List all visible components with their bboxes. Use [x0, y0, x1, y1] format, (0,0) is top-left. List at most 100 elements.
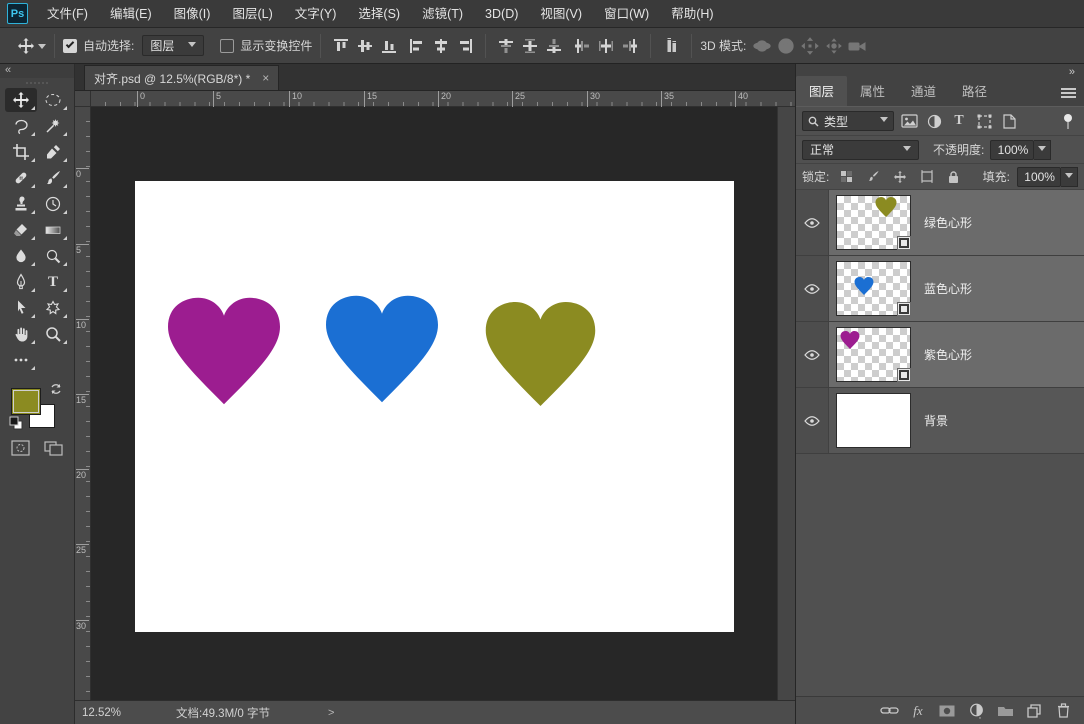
link-layers-icon[interactable]	[879, 701, 899, 721]
layer-row-background[interactable]: 背景	[796, 388, 1084, 454]
menu-window[interactable]: 窗口(W)	[593, 0, 660, 28]
filter-toggle-icon[interactable]	[1058, 111, 1078, 131]
purple-heart[interactable]	[168, 296, 280, 406]
horizontal-ruler[interactable]: 0 5 10 15 20 25 30 35 40	[91, 91, 795, 107]
align-bottom-edges-icon[interactable]	[377, 34, 401, 58]
opacity-chevron[interactable]	[1034, 139, 1052, 160]
layer-name[interactable]: 绿色心形	[924, 214, 972, 231]
layer-name[interactable]: 蓝色心形	[924, 280, 972, 297]
filter-shape-layers-icon[interactable]	[974, 111, 994, 131]
menu-view[interactable]: 视图(V)	[529, 0, 593, 28]
tab-layers[interactable]: 图层	[796, 76, 848, 106]
gradient-tool[interactable]	[37, 218, 69, 242]
new-group-icon[interactable]	[995, 701, 1015, 721]
lasso-tool[interactable]	[5, 114, 37, 138]
align-horizontal-centers-icon[interactable]	[429, 34, 453, 58]
visibility-eye-icon[interactable]	[796, 322, 829, 387]
layer-thumbnail[interactable]	[836, 393, 911, 448]
filter-type-dropdown[interactable]: 类型	[802, 111, 894, 131]
auto-select-checkbox[interactable]	[63, 38, 77, 53]
menu-filter[interactable]: 滤镜(T)	[411, 0, 474, 28]
crop-tool[interactable]	[5, 140, 37, 164]
auto-align-layers-icon[interactable]	[659, 34, 683, 58]
zoom-tool[interactable]	[37, 322, 69, 346]
lock-position-icon[interactable]	[890, 167, 910, 187]
menu-type[interactable]: 文字(Y)	[284, 0, 348, 28]
filter-adjustment-layers-icon[interactable]	[924, 111, 944, 131]
adjustment-layer-icon[interactable]	[966, 701, 986, 721]
layer-row-purple-heart[interactable]: 紫色心形	[796, 322, 1084, 388]
menu-layer[interactable]: 图层(L)	[221, 0, 283, 28]
distribute-right-edges-icon[interactable]	[618, 34, 642, 58]
marquee-tool[interactable]	[37, 88, 69, 112]
path-selection-tool[interactable]	[5, 296, 37, 320]
healing-brush-tool[interactable]	[5, 166, 37, 190]
menu-help[interactable]: 帮助(H)	[660, 0, 724, 28]
type-tool[interactable]: T	[37, 270, 69, 294]
vertical-ruler[interactable]: 0 5 10 15 20 25 30	[75, 107, 91, 700]
tab-paths[interactable]: 路径	[949, 76, 1000, 106]
pen-tool[interactable]	[5, 270, 37, 294]
layer-list-empty-area[interactable]	[796, 454, 1084, 696]
status-options-chevron[interactable]: >	[328, 707, 334, 719]
lock-artboard-icon[interactable]	[917, 167, 937, 187]
default-colors-icon[interactable]	[9, 416, 23, 430]
opacity-value[interactable]: 100%	[990, 139, 1035, 160]
fill-value[interactable]: 100%	[1016, 166, 1061, 187]
blend-mode-dropdown[interactable]: 正常	[802, 139, 919, 160]
clone-stamp-tool[interactable]	[5, 192, 37, 216]
pasteboard[interactable]	[91, 107, 777, 700]
tool-preset-chevron[interactable]	[38, 43, 46, 53]
align-right-edges-icon[interactable]	[453, 34, 477, 58]
delete-layer-icon[interactable]	[1053, 701, 1073, 721]
fill-chevron[interactable]	[1060, 166, 1078, 187]
filter-pixel-layers-icon[interactable]	[899, 111, 919, 131]
menu-file[interactable]: 文件(F)	[36, 0, 99, 28]
menu-3d[interactable]: 3D(D)	[474, 0, 529, 28]
ruler-origin-corner[interactable]	[75, 91, 91, 107]
quick-mask-icon[interactable]	[11, 440, 30, 456]
blur-tool[interactable]	[5, 244, 37, 268]
visibility-eye-icon[interactable]	[796, 388, 829, 453]
auto-select-target-dropdown[interactable]: 图层	[142, 35, 205, 56]
layer-thumbnail[interactable]	[836, 327, 911, 382]
distribute-left-edges-icon[interactable]	[570, 34, 594, 58]
visibility-eye-icon[interactable]	[796, 190, 829, 255]
tools-grip[interactable]	[0, 78, 74, 88]
distribute-top-edges-icon[interactable]	[494, 34, 518, 58]
canvas[interactable]	[135, 181, 734, 632]
layer-name[interactable]: 背景	[924, 412, 948, 429]
hand-tool[interactable]	[5, 322, 37, 346]
tab-properties[interactable]: 属性	[847, 76, 898, 106]
zoom-level-field[interactable]: 12.52%	[82, 707, 154, 719]
distribute-horizontal-centers-icon[interactable]	[594, 34, 618, 58]
lock-transparent-pixels-icon[interactable]	[836, 167, 856, 187]
layer-row-blue-heart[interactable]: 蓝色心形	[796, 256, 1084, 322]
collapse-panels-button[interactable]: »	[1069, 66, 1075, 78]
new-layer-icon[interactable]	[1024, 701, 1044, 721]
tab-channels[interactable]: 通道	[898, 76, 949, 106]
eyedropper-tool[interactable]	[37, 140, 69, 164]
filter-type-layers-icon[interactable]: T	[949, 111, 969, 131]
align-top-edges-icon[interactable]	[329, 34, 353, 58]
brush-tool[interactable]	[37, 166, 69, 190]
lock-all-icon[interactable]	[944, 167, 964, 187]
panel-menu-icon[interactable]	[1061, 88, 1076, 98]
show-transform-checkbox[interactable]	[220, 38, 235, 53]
history-brush-tool[interactable]	[37, 192, 69, 216]
screen-mode-icon[interactable]	[44, 440, 63, 456]
align-vertical-centers-icon[interactable]	[353, 34, 377, 58]
align-left-edges-icon[interactable]	[405, 34, 429, 58]
distribute-bottom-edges-icon[interactable]	[542, 34, 566, 58]
foreground-color-swatch[interactable]	[11, 388, 41, 415]
filter-smart-objects-icon[interactable]	[999, 111, 1019, 131]
move-tool[interactable]	[5, 88, 37, 112]
menu-image[interactable]: 图像(I)	[163, 0, 222, 28]
edit-toolbar-ellipsis[interactable]	[5, 348, 37, 372]
layer-thumbnail[interactable]	[836, 261, 911, 316]
custom-shape-tool[interactable]	[37, 296, 69, 320]
layer-thumbnail[interactable]	[836, 195, 911, 250]
green-heart[interactable]	[484, 302, 597, 406]
menu-edit[interactable]: 编辑(E)	[99, 0, 163, 28]
dodge-tool[interactable]	[37, 244, 69, 268]
